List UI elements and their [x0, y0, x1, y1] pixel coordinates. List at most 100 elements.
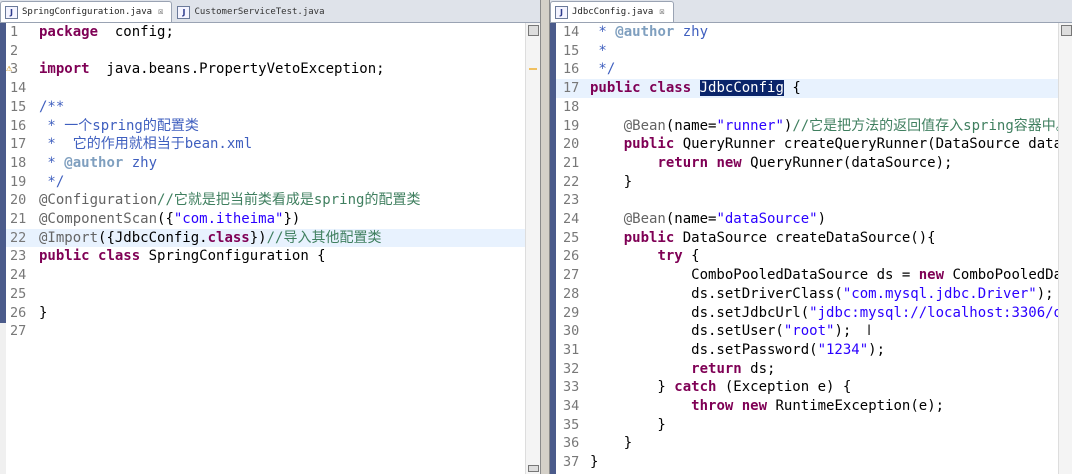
code-line[interactable]: 34 throw new RuntimeException(e);	[556, 397, 1072, 416]
close-tab-icon[interactable]: ☒	[158, 7, 163, 17]
code-line[interactable]: 22 @Import({JdbcConfig.class})//导入其他配置类	[6, 228, 540, 248]
code-line[interactable]: 22 }	[556, 173, 1072, 192]
code-line[interactable]: 21 @ComponentScan({"com.itheima"})	[6, 210, 540, 229]
code-line[interactable]: 24 @Bean(name="dataSource")	[556, 210, 1072, 229]
code-line[interactable]: 3 import java.beans.PropertyVetoException…	[6, 60, 540, 79]
code-line[interactable]: 27 ComboPooledDataSource ds = new ComboP…	[556, 266, 1072, 285]
warning-icon[interactable]: ⚠	[6, 60, 12, 79]
left-overview-marker[interactable]	[529, 68, 537, 70]
code-line[interactable]: 17 public class JdbcConfig {	[556, 79, 1072, 98]
code-token: @Import	[39, 229, 99, 246]
code-line[interactable]: 19 */	[6, 173, 540, 192]
code-token: ({	[157, 211, 174, 227]
code-line[interactable]: 24	[6, 266, 540, 285]
code-token: @author	[615, 24, 675, 40]
code-line[interactable]: 16 * 一个spring的配置类	[6, 117, 540, 136]
code-token: import	[39, 61, 90, 78]
code-text: try {	[590, 247, 699, 266]
code-line[interactable]: 35 }	[556, 416, 1072, 435]
left-scroll-up[interactable]	[528, 25, 539, 36]
code-token: class	[207, 229, 250, 246]
code-line[interactable]: 26}	[6, 304, 540, 323]
code-line[interactable]: 15 *	[556, 42, 1072, 61]
code-line[interactable]: 15 /**	[6, 98, 540, 117]
line-number: 25	[10, 285, 27, 302]
code-token: /**	[39, 98, 65, 115]
left-tab-1[interactable]: J CustomerServiceTest.java	[172, 1, 333, 22]
code-token: ds.setUser(	[590, 323, 784, 340]
code-text: */	[39, 173, 64, 192]
code-text: }	[590, 453, 598, 472]
code-token: @Bean	[623, 211, 666, 227]
code-token: );	[868, 341, 886, 358]
code-token: public	[623, 136, 675, 153]
right-code-lines[interactable]: 14 * @author zhy 15 * 16 */17 public class …	[556, 23, 1072, 474]
code-line[interactable]: 18	[556, 98, 1072, 117]
left-vertical-scrollbar[interactable]	[525, 23, 540, 474]
code-line[interactable]: 37}	[556, 453, 1072, 472]
code-line[interactable]: 18 * @author zhy	[6, 154, 540, 173]
close-tab-icon[interactable]: ☒	[659, 7, 664, 17]
line-number: 14	[563, 24, 580, 40]
code-token: "dataSource"	[716, 211, 818, 227]
code-line[interactable]: 21 return new QueryRunner(dataSource);	[556, 154, 1072, 173]
code-token: class	[98, 248, 141, 265]
left-scroll-down[interactable]	[528, 465, 539, 472]
code-token: QueryRunner createQueryRunner(DataSource…	[674, 136, 1072, 153]
code-line[interactable]: 26 try {	[556, 247, 1072, 266]
right-editor[interactable]: 14 * @author zhy 15 * 16 */17 public class …	[550, 23, 1072, 474]
right-scroll-up[interactable]	[1061, 25, 1072, 36]
line-number: 2	[10, 42, 19, 59]
code-line[interactable]: 14 * @author zhy	[556, 23, 1072, 42]
code-token: QueryRunner(dataSource);	[741, 154, 953, 171]
code-line[interactable]: 16 */	[556, 60, 1072, 79]
line-number: 3	[10, 61, 19, 78]
left-code-lines[interactable]: 1 package config; 2 3 import java.beans.Prop…	[6, 23, 540, 474]
code-line[interactable]: 36 }	[556, 434, 1072, 453]
code-token: "root"	[783, 323, 835, 340]
code-line[interactable]: 32 return ds;	[556, 360, 1072, 379]
code-line[interactable]: 29 ds.setJdbcUrl("jdbc:mysql://localhost…	[556, 304, 1072, 323]
code-text: * 它的作用就相当于bean.xml	[39, 135, 252, 154]
code-token: (name=	[665, 211, 717, 227]
code-line[interactable]: 25	[6, 285, 540, 304]
pane-divider[interactable]	[541, 0, 549, 474]
code-text: }	[590, 434, 632, 453]
line-number: 22	[10, 229, 27, 246]
right-vertical-scrollbar[interactable]	[1058, 23, 1072, 474]
code-line[interactable]: 31 ds.setPassword("1234");	[556, 341, 1072, 360]
code-line[interactable]: 27	[6, 322, 540, 341]
code-line[interactable]: 20 @Configuration//它就是把当前类看成是spring的配置类	[6, 191, 540, 210]
code-line[interactable]: 28 ds.setDriverClass("com.mysql.jdbc.Dri…	[556, 285, 1072, 304]
line-number: 31	[563, 341, 580, 358]
code-text: }	[590, 173, 632, 192]
tab-label: CustomerServiceTest.java	[194, 7, 325, 17]
code-token: ds;	[741, 360, 776, 377]
line-number: 35	[563, 416, 580, 433]
code-token: ds.setJdbcUrl(	[590, 304, 810, 321]
code-text: * @author zhy	[39, 154, 157, 173]
left-tab-0[interactable]: J SpringConfiguration.java ☒	[0, 1, 173, 22]
code-token: "com.itheima"	[173, 211, 284, 227]
code-line[interactable]: 14	[6, 79, 540, 98]
code-line[interactable]: 19 @Bean(name="runner")//它是把方法的返回值存入spri…	[556, 117, 1072, 136]
code-line[interactable]: 20 public QueryRunner createQueryRunner(…	[556, 135, 1072, 154]
right-tab-0[interactable]: J JdbcConfig.java ☒	[550, 1, 674, 22]
right-editor-pane: J JdbcConfig.java ☒ 14 * @author zhy 15 * 16…	[549, 0, 1072, 474]
code-line[interactable]: 23 public class SpringConfiguration {	[6, 247, 540, 266]
code-token: )	[817, 211, 827, 227]
code-token: try	[657, 248, 683, 265]
code-line[interactable]: 2	[6, 42, 540, 61]
left-editor[interactable]: 1 package config; 2 3 import java.beans.Prop…	[0, 23, 540, 474]
code-token: ComboPooledDataS	[952, 267, 1072, 284]
code-line[interactable]: 30 ds.setUser("root");	[556, 322, 1072, 341]
code-line[interactable]: 23	[556, 191, 1072, 210]
code-line[interactable]: 25 public DataSource createDataSource(){	[556, 229, 1072, 248]
code-line[interactable]: 1 package config;	[6, 23, 540, 42]
line-number: 15	[10, 98, 27, 115]
code-line[interactable]: 33 } catch (Exception e) {	[556, 378, 1072, 397]
code-line[interactable]: 17 * 它的作用就相当于bean.xml	[6, 135, 540, 154]
